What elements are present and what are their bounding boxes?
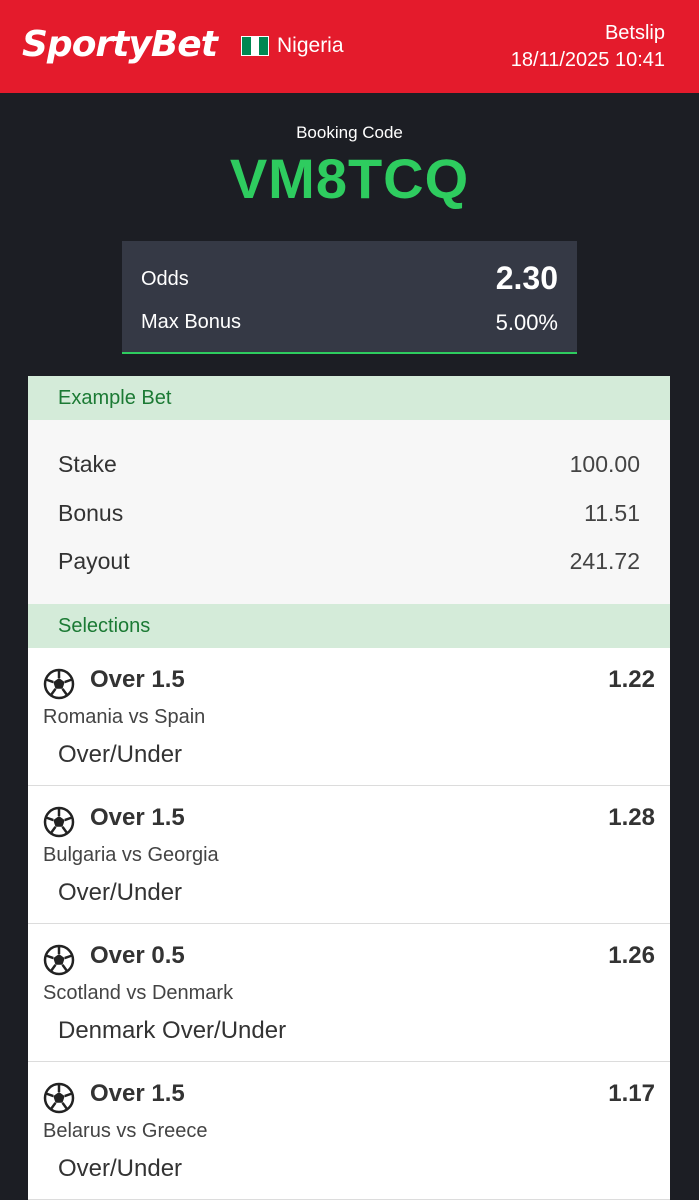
selection-match: Belarus vs Greece [43, 1120, 208, 1142]
odds-value: 2.30 [495, 260, 558, 296]
example-bet-header: Example Bet [28, 376, 670, 420]
selection-odd: 1.28 [608, 804, 655, 831]
soccer-ball-icon [43, 1082, 75, 1114]
selection-pick: Over 0.5 [90, 942, 185, 969]
payout-row: Payout 241.72 [58, 548, 640, 575]
selections-header: Selections [28, 604, 670, 648]
selection-odd: 1.26 [608, 942, 655, 969]
selection-market: Over/Under [58, 741, 183, 768]
selection-pick: Over 1.5 [90, 804, 185, 831]
betslip-datetime: 18/11/2025 10:41 [510, 49, 665, 71]
selection-market: Over/Under [58, 879, 183, 906]
soccer-ball-icon [43, 668, 75, 700]
selection-pick: Over 1.5 [90, 666, 185, 693]
nigeria-flag-icon [241, 36, 269, 56]
payout-value: 241.72 [569, 548, 640, 574]
booking-code[interactable]: VM8TCQ [0, 146, 699, 211]
sportybet-logo[interactable]: SportyBet [22, 24, 218, 65]
stake-label: Stake [58, 451, 117, 477]
selection-odd: 1.17 [608, 1080, 655, 1107]
selection-item[interactable]: Over 1.5 1.22 Romania vs Spain Over/Unde… [28, 648, 670, 786]
example-bet-body: Stake 100.00 Bonus 11.51 Payout 241.72 [28, 420, 670, 604]
selection-odd: 1.22 [608, 666, 655, 693]
betslip-title: Betslip [604, 22, 665, 44]
stake-value: 100.00 [569, 451, 640, 477]
selection-pick: Over 1.5 [90, 1080, 185, 1107]
betslip-panel: Example Bet Stake 100.00 Bonus 11.51 Pay… [28, 376, 670, 1200]
selection-market: Over/Under [58, 1155, 183, 1182]
soccer-ball-icon [43, 806, 75, 838]
booking-code-label: Booking Code [296, 123, 403, 142]
stake-row: Stake 100.00 [58, 451, 640, 478]
country-label: Nigeria [277, 34, 344, 57]
max-bonus-label: Max Bonus [141, 311, 242, 333]
odds-label: Odds [141, 268, 189, 290]
payout-label: Payout [58, 548, 130, 574]
bonus-value: 11.51 [584, 500, 640, 526]
odds-summary-card: Odds 2.30 Max Bonus 5.00% [122, 241, 577, 354]
soccer-ball-icon [43, 944, 75, 976]
selection-match: Bulgaria vs Georgia [43, 844, 219, 866]
bonus-row: Bonus 11.51 [58, 500, 640, 527]
selection-match: Scotland vs Denmark [43, 982, 234, 1004]
app-header: SportyBet Nigeria Betslip 18/11/2025 10:… [0, 0, 699, 93]
selection-item[interactable]: Over 0.5 1.26 Scotland vs Denmark Denmar… [28, 924, 670, 1062]
selection-item[interactable]: Over 1.5 1.28 Bulgaria vs Georgia Over/U… [28, 786, 670, 924]
max-bonus-value: 5.00% [495, 310, 558, 335]
bonus-label: Bonus [58, 500, 124, 526]
selection-market: Denmark Over/Under [58, 1017, 287, 1044]
selection-match: Romania vs Spain [43, 706, 206, 728]
selection-item[interactable]: Over 1.5 1.17 Belarus vs Greece Over/Und… [28, 1062, 670, 1200]
